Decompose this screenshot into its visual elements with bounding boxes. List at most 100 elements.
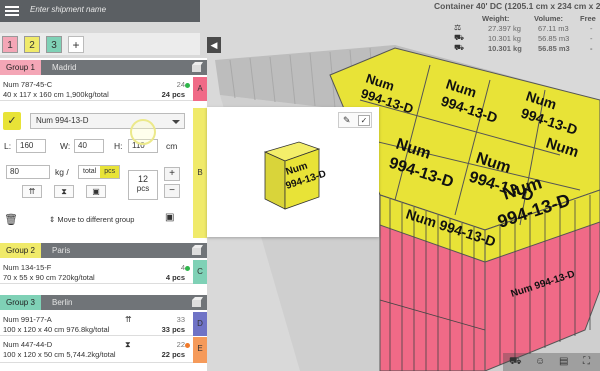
move-group-button[interactable]: ⇕ Move to different group xyxy=(49,215,134,224)
group-tab-1[interactable]: 1 xyxy=(2,36,18,53)
hourglass-icon[interactable]: ⧗ xyxy=(54,185,74,198)
top-bar: Enter shipment name xyxy=(0,0,200,22)
confirm-checkbox[interactable]: ✓ xyxy=(3,112,21,130)
item-editor: ✓ Num 994-13-D L: 160 W: 40 H: 110 cm 80… xyxy=(0,108,207,238)
trash-icon[interactable]: 🗑 xyxy=(4,213,18,226)
weight-mode-toggle[interactable]: total pcs xyxy=(78,165,121,179)
box-icon[interactable] xyxy=(191,297,203,308)
fullscreen-icon[interactable]: ⛶ xyxy=(583,356,590,367)
stacking-icon: ⇈ xyxy=(125,315,132,324)
weight-header: Weight: xyxy=(482,14,510,23)
cursor-highlight xyxy=(130,119,156,145)
item-letter: B xyxy=(193,108,207,238)
shipment-name-input[interactable]: Enter shipment name xyxy=(30,5,106,14)
height-label: H: xyxy=(114,141,123,151)
container-info: Container 40' DC (1205.1 cm x 234 cm x 2… xyxy=(430,1,600,59)
move-group-label: Move to different group xyxy=(57,215,135,224)
chevron-down-icon xyxy=(172,120,180,124)
group-tab-2[interactable]: 2 xyxy=(24,36,40,53)
width-label: W: xyxy=(60,141,71,151)
item-count: 33 xyxy=(176,315,185,324)
quantity-stepper[interactable]: 12 pcs xyxy=(128,170,158,200)
group-header-1[interactable]: Group 1 Madrid xyxy=(0,60,207,75)
decrease-button[interactable]: − xyxy=(164,184,180,198)
group-name: Group 2 xyxy=(0,243,41,258)
item-number: Num 447-44-D xyxy=(3,340,53,349)
item-select[interactable]: Num 994-13-D xyxy=(30,113,185,129)
group-city: Madrid xyxy=(52,63,77,72)
pallet-icon: ⛟ xyxy=(454,43,465,52)
weight-value: 27.397 kg xyxy=(488,24,521,33)
item-dimensions: 100 x 120 x 40 cm 976.8kg/total xyxy=(3,325,110,334)
item-count: 22 xyxy=(176,340,185,349)
weight-value: 10.301 kg xyxy=(488,44,522,53)
item-pcs: 4 pcs xyxy=(165,273,185,282)
item-number: Num 991-77-A xyxy=(3,315,52,324)
list-item[interactable]: Num 447-44-D 100 x 120 x 50 cm 5,744.2kg… xyxy=(0,337,207,363)
volume-value: 56.85 m3 xyxy=(538,34,570,43)
length-label: L: xyxy=(4,141,12,151)
width-input[interactable]: 40 xyxy=(74,139,104,153)
toggle-total[interactable]: total xyxy=(79,166,100,178)
item-dimensions: 100 x 120 x 50 cm 5,744.2kg/total xyxy=(3,350,116,359)
menu-icon[interactable] xyxy=(5,4,19,18)
box-move-icon[interactable]: ▣ xyxy=(165,212,174,223)
free-value: - xyxy=(590,24,593,33)
person-icon[interactable]: ☺ xyxy=(535,356,545,367)
dimension-unit: cm xyxy=(166,141,178,151)
item-number: Num 134-15-F xyxy=(3,263,52,272)
stack-icon[interactable]: ⇈ xyxy=(22,185,42,198)
item-preview: ✎ ✓ Num 994-13-D xyxy=(207,107,379,237)
free-value: - xyxy=(590,44,593,53)
item-letter: D xyxy=(193,312,207,336)
length-input[interactable]: 160 xyxy=(16,139,46,153)
list-item[interactable]: Num 787-45-C 40 x 117 x 160 cm 1,900kg/t… xyxy=(0,77,207,101)
free-header: Free xyxy=(580,14,596,23)
box-icon[interactable] xyxy=(191,62,203,73)
volume-value: 56.85 m3 xyxy=(538,44,570,53)
list-item[interactable]: Num 134-15-F 70 x 55 x 90 cm 720kg/total… xyxy=(0,260,207,284)
increase-button[interactable]: + xyxy=(164,167,180,181)
quantity-unit: pcs xyxy=(136,184,150,193)
collapse-panel-button[interactable]: ◀ xyxy=(207,37,221,53)
group-header-3[interactable]: Group 3 Berlin xyxy=(0,295,207,310)
item-dimensions: 70 x 55 x 90 cm 720kg/total xyxy=(3,273,95,282)
truck-icon: ⛟ xyxy=(454,33,465,42)
item-pcs: 22 pcs xyxy=(161,350,185,359)
pallet-icon[interactable]: ▣ xyxy=(86,185,106,198)
item-dimensions: 40 x 117 x 160 cm 1,900kg/total xyxy=(3,90,109,99)
group-name: Group 1 xyxy=(0,60,41,75)
group-tabs: 1 2 3 + xyxy=(0,33,200,55)
box-preview: Num 994-13-D xyxy=(263,141,328,210)
add-group-button[interactable]: + xyxy=(68,36,84,53)
container-title: Container 40' DC (1205.1 cm x 234 cm x 2 xyxy=(434,1,600,11)
group-header-2[interactable]: Group 2 Paris xyxy=(0,243,207,258)
hourglass-icon: ⧗ xyxy=(125,340,131,349)
group-name: Group 3 xyxy=(0,295,41,310)
item-number: Num 787-45-C xyxy=(3,80,53,89)
quantity-value: 12 xyxy=(137,174,148,184)
status-dot xyxy=(185,343,190,348)
group-tab-3[interactable]: 3 xyxy=(46,36,62,53)
weight-icon: ⚖ xyxy=(454,23,462,32)
weight-value: 10.301 kg xyxy=(488,34,521,43)
box-icon[interactable] xyxy=(191,245,203,256)
group-city: Paris xyxy=(52,246,71,255)
item-letter: C xyxy=(193,260,207,284)
free-value: - xyxy=(590,34,593,43)
weight-unit: kg / xyxy=(55,167,69,177)
item-letter: A xyxy=(193,77,207,101)
group-city: Berlin xyxy=(52,298,73,307)
report-icon[interactable]: ▤ xyxy=(559,356,568,367)
status-dot xyxy=(185,83,190,88)
item-pcs: 33 pcs xyxy=(161,325,185,334)
status-dot xyxy=(185,266,190,271)
item-pcs: 24 pcs xyxy=(161,90,185,99)
view-toolbar: ⛟ ☺ ▤ ⛶ xyxy=(503,353,600,371)
weight-input[interactable]: 80 xyxy=(6,165,50,179)
volume-header: Volume: xyxy=(534,14,564,23)
list-item[interactable]: Num 991-77-A 100 x 120 x 40 cm 976.8kg/t… xyxy=(0,312,207,336)
truck-view-icon[interactable]: ⛟ xyxy=(509,356,522,369)
toggle-pcs[interactable]: pcs xyxy=(100,166,120,178)
item-letter: E xyxy=(193,337,207,363)
